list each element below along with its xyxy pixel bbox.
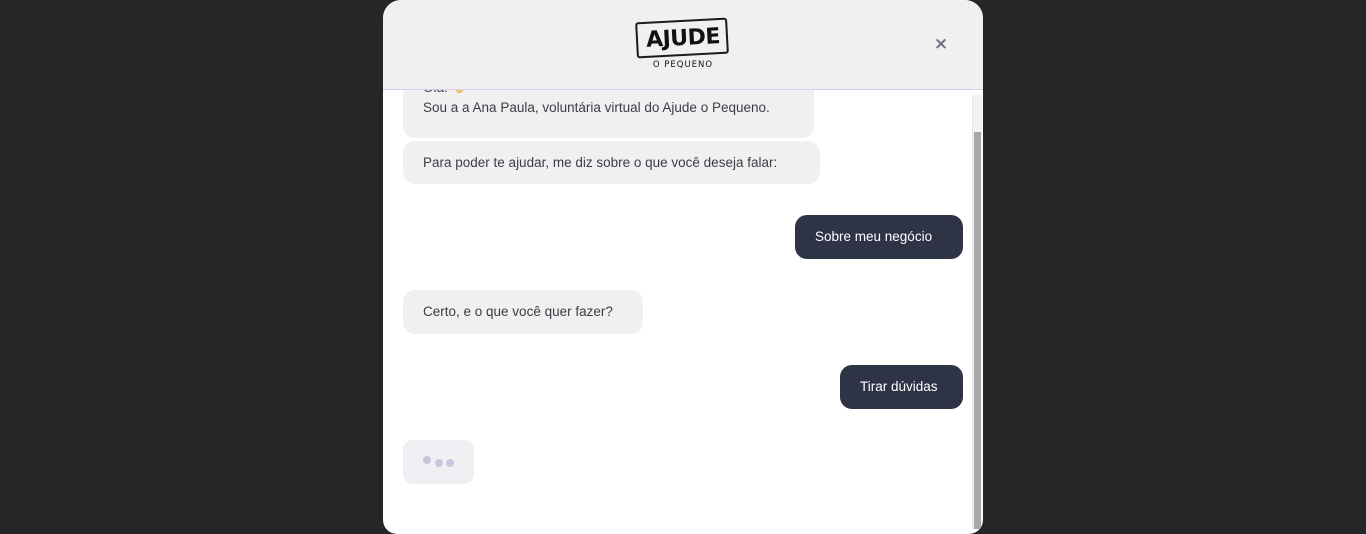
- chat-header: AJUDE O PEQUENO ×: [383, 0, 983, 90]
- typing-dot: [446, 459, 454, 467]
- scrollbar-thumb[interactable]: [974, 132, 981, 529]
- typing-dot: [435, 459, 443, 467]
- bot-message-line: Sou a a Ana Paula, voluntária virtual do…: [423, 100, 770, 115]
- user-message: Sobre meu negócio: [795, 215, 963, 259]
- logo-subtitle: O PEQUENO: [652, 60, 714, 70]
- user-message: Tirar dúvidas: [840, 365, 963, 409]
- ajude-o-pequeno-logo: AJUDE O PEQUENO: [634, 17, 732, 75]
- close-icon[interactable]: ×: [930, 33, 952, 55]
- bot-message: Certo, e o que você quer fazer?: [403, 290, 643, 334]
- bot-message: Para poder te ajudar, me diz sobre o que…: [403, 141, 820, 184]
- chat-messages[interactable]: Olá! Sou a a Ana Paula, voluntária virtu…: [383, 78, 983, 534]
- typing-dot: [423, 456, 431, 464]
- chat-scrollbar[interactable]: [972, 95, 982, 529]
- chat-modal: AJUDE O PEQUENO × Olá! Sou a a Ana Paula…: [383, 0, 983, 534]
- typing-indicator: [403, 440, 474, 484]
- logo-title: AJUDE: [645, 24, 721, 53]
